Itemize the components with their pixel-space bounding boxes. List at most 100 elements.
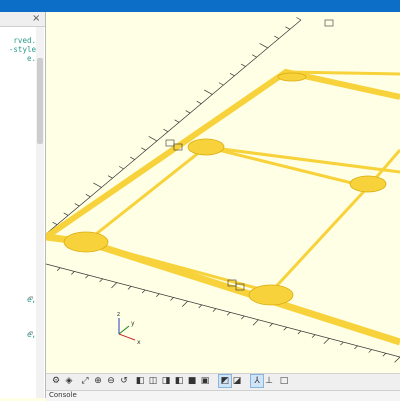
ruler-tick (99, 278, 103, 283)
ruler-tick (111, 282, 118, 289)
z-axis-label: z (117, 311, 120, 318)
console-panel[interactable]: Console (46, 390, 400, 401)
ruler-tick (212, 308, 217, 312)
ruler-tick (296, 17, 302, 21)
x-axis-line (118, 333, 136, 341)
ruler-tick (218, 82, 224, 86)
ruler-tick (283, 326, 287, 331)
ruler-tick (340, 341, 344, 346)
y-axis-line (118, 325, 130, 335)
ruler-tick (252, 319, 259, 326)
code-line[interactable]: rved. (0, 36, 36, 45)
ruler-tick (56, 267, 61, 271)
ruler-tick (141, 289, 146, 294)
viewport-canvas[interactable]: x y z (46, 12, 400, 373)
ruler-tick (269, 323, 273, 327)
view-all-icon[interactable]: ⤢ (79, 375, 91, 387)
render-preview-icon[interactable]: ⚙ (50, 375, 62, 387)
view-right-icon[interactable]: ◧ (134, 375, 146, 387)
model-node (63, 231, 109, 253)
console-label[interactable]: Console (49, 391, 77, 400)
window-title-bar (0, 0, 400, 12)
ruler-tick (240, 315, 245, 320)
fold-marker-icon[interactable]: ⊖ (29, 294, 33, 302)
model-marker (324, 19, 334, 27)
code-line[interactable]: -style (0, 45, 36, 54)
model-inner-edge (85, 240, 272, 294)
y-axis-label: y (131, 320, 135, 327)
model-node (187, 138, 225, 156)
ruler-tick (394, 356, 400, 363)
model-inner-edge (269, 149, 400, 294)
ruler-tick (323, 338, 330, 345)
ruler-tick (170, 297, 174, 301)
ruler-axis-line (46, 19, 302, 235)
zoom-in-icon[interactable]: ⊕ (92, 375, 104, 387)
ruler-tick (85, 274, 89, 279)
ruler-tick (71, 271, 75, 275)
view-top-icon[interactable]: ◫ (147, 375, 159, 387)
ruler-tick (226, 312, 231, 316)
ruler-tick (52, 221, 58, 226)
ruler-tick (156, 293, 160, 298)
ruler-tick (63, 212, 69, 216)
ruler-tick (229, 73, 235, 77)
ruler-tick (148, 136, 158, 142)
view-left-icon[interactable]: ◧ (173, 375, 185, 387)
editor-header: × (0, 12, 45, 27)
ruler-tick (93, 182, 102, 188)
reset-view-icon[interactable]: ↺ (118, 375, 130, 387)
code-line[interactable]: e. (0, 54, 36, 63)
3d-viewport[interactable]: x y z (46, 12, 400, 373)
ruler-tick (285, 26, 291, 30)
ruler-tick (130, 156, 135, 160)
ruler-tick (118, 166, 124, 170)
viewport-toolbar: ⚙ ◈ ⤢ ⊕ ⊖ ↺ ◧ ◫ ◨ ◧ ■ ▣ ◩ ◪ ⅄ ⊥ □ (46, 373, 400, 390)
ruler-tick (274, 35, 279, 39)
editor-scrollbar-thumb[interactable] (37, 58, 43, 144)
zoom-out-icon[interactable]: ⊖ (105, 375, 117, 387)
ruler-tick (141, 147, 146, 151)
ruler-tick (74, 203, 80, 207)
model-node (349, 175, 387, 193)
model-render (46, 19, 400, 346)
ruler-tick (181, 300, 188, 307)
model-node (277, 72, 307, 82)
ruler-tick (354, 345, 358, 350)
ruler-tick (198, 304, 203, 309)
show-edges-icon[interactable]: □ (278, 375, 290, 387)
show-scale-icon[interactable]: ⊥ (263, 375, 275, 387)
axes-gizmo: x y z (117, 311, 141, 346)
editor-close-icon[interactable]: × (32, 13, 40, 25)
model-frame-edge (46, 68, 400, 240)
fold-marker-icon[interactable]: ⊖ (29, 329, 33, 337)
ruler-tick (382, 353, 387, 357)
ruler-tick (259, 43, 268, 49)
ruler-tick (297, 330, 302, 335)
view-back-icon[interactable]: ▣ (199, 375, 211, 387)
ruler-tick (204, 89, 213, 95)
ruler-tick (240, 63, 246, 67)
ruler-tick (85, 193, 91, 198)
model-inner-edge (285, 70, 400, 76)
x-axis-label: x (137, 339, 141, 346)
view-bottom-icon[interactable]: ◨ (160, 375, 172, 387)
view-front-icon[interactable]: ■ (186, 375, 198, 387)
ruler-tick (311, 334, 316, 338)
ruler-tick (196, 100, 202, 105)
model-node (248, 284, 294, 306)
ruler-tick (251, 54, 257, 58)
scale-ruler (46, 17, 400, 363)
orthogonal-icon[interactable]: ◪ (231, 375, 243, 387)
code-editor-panel[interactable]: × rved. -style e. e, e, ⊖ ⊖ (0, 12, 46, 398)
ruler-tick (127, 286, 132, 290)
perspective-icon[interactable]: ◩ (218, 374, 232, 388)
show-axes-icon[interactable]: ⅄ (250, 374, 264, 388)
ruler-tick (107, 175, 113, 179)
ruler-tick (368, 349, 372, 353)
model-marker (165, 139, 175, 147)
ruler-tick (163, 128, 169, 132)
ruler-tick (174, 119, 180, 123)
render-icon[interactable]: ◈ (63, 375, 75, 387)
model-inner-edge (205, 145, 369, 189)
